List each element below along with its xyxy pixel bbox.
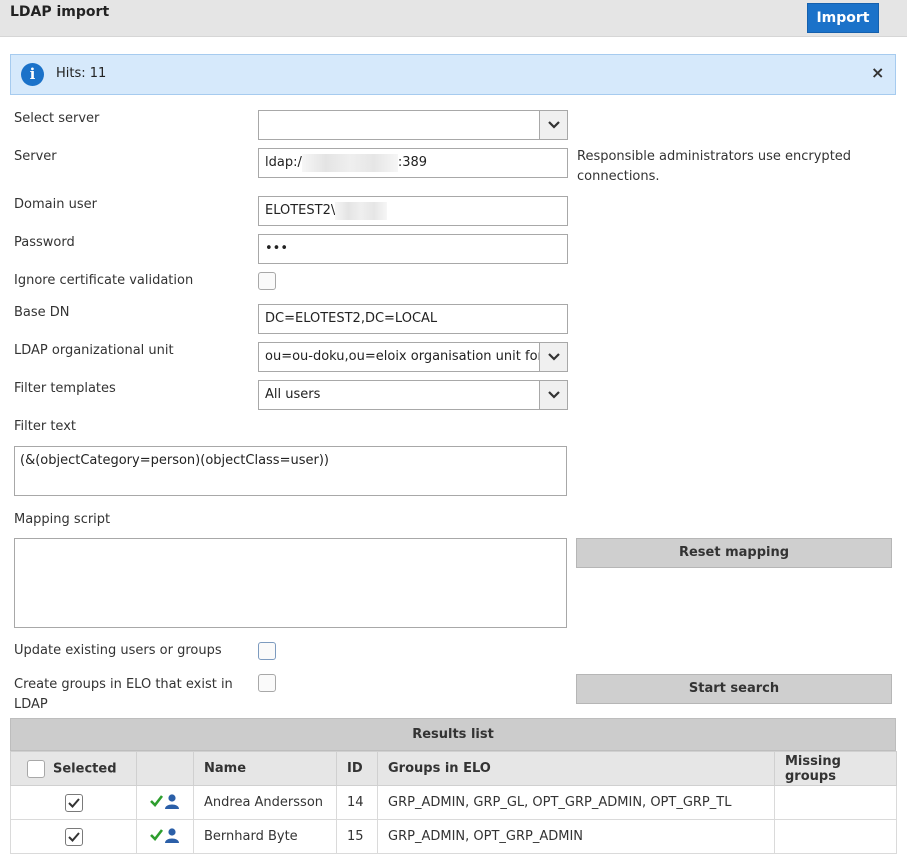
col-selected-label: Selected [53,761,117,776]
hits-text: Hits: 11 [56,66,107,81]
user-check-icon [150,827,179,843]
chevron-down-icon[interactable] [539,111,567,139]
row-missing [774,785,897,820]
results-header-row: Selected Name ID Groups in ELO Missing g… [10,751,897,786]
base-dn-value: DC=ELOTEST2,DC=LOCAL [265,311,438,326]
hits-info-banner: i Hits: 11 × [10,54,896,95]
domain-user-input[interactable]: ELOTEST2\ [258,196,568,226]
select-all-checkbox[interactable] [27,759,45,778]
table-row[interactable]: Bernhard Byte 15 GRP_ADMIN, OPT_GRP_ADMI… [10,819,897,854]
page-title: LDAP import [10,4,110,20]
server-label: Server [14,149,57,164]
filter-templates-value: All users [265,387,321,402]
row-missing [774,819,897,854]
password-value: ••• [265,241,289,256]
col-id[interactable]: ID [336,751,378,786]
row-status-cell [136,785,194,820]
header-bar: LDAP import Import [0,0,907,37]
col-status [136,751,194,786]
mapping-script-input[interactable] [14,538,567,628]
row-id: 14 [336,785,378,820]
close-icon[interactable]: × [871,63,884,82]
base-dn-label: Base DN [14,305,70,320]
redacted-host [301,153,398,172]
col-selected: Selected [10,751,137,786]
row-select-cell [10,819,137,854]
import-button[interactable]: Import [807,3,879,33]
mapping-script-label: Mapping script [14,512,111,527]
col-missing[interactable]: Missing groups [774,751,897,786]
user-check-icon [150,793,179,809]
row-groups: GRP_ADMIN, GRP_GL, OPT_GRP_ADMIN, OPT_GR… [377,785,775,820]
ignore-cert-checkbox[interactable] [258,272,276,290]
row-name: Andrea Andersson [193,785,337,820]
create-groups-label: Create groups in ELO that exist in LDAP [14,675,233,715]
create-groups-checkbox[interactable] [258,674,276,692]
create-groups-label-line2: LDAP [14,697,48,712]
create-groups-label-line1: Create groups in ELO that exist in [14,677,233,692]
server-port: :389 [397,155,428,170]
row-checkbox[interactable] [64,793,83,812]
server-prefix: ldap:/ [265,155,302,170]
results-list-title: Results list [10,718,896,751]
org-unit-dropdown[interactable]: ou=ou-doku,ou=eloix organisation unit fo… [258,342,568,372]
server-input[interactable]: ldap:/ :389 [258,148,568,178]
redacted-user [335,201,388,220]
results-table: Selected Name ID Groups in ELO Missing g… [10,751,897,854]
start-search-button[interactable]: Start search [576,674,892,704]
row-status-cell [136,819,194,854]
table-row[interactable]: Andrea Andersson 14 GRP_ADMIN, GRP_GL, O… [10,785,897,820]
org-unit-label: LDAP organizational unit [14,343,174,358]
password-input[interactable]: ••• [258,234,568,264]
row-checkbox[interactable] [64,827,83,846]
row-id: 15 [336,819,378,854]
chevron-down-icon[interactable] [539,343,567,371]
update-existing-checkbox[interactable] [258,642,276,660]
chevron-down-icon[interactable] [539,381,567,409]
row-name: Bernhard Byte [193,819,337,854]
col-groups[interactable]: Groups in ELO [377,751,775,786]
info-icon: i [21,63,44,86]
col-name[interactable]: Name [193,751,337,786]
server-hint: Responsible administrators use encrypted… [577,149,852,184]
select-server-dropdown[interactable] [258,110,568,140]
org-unit-value: ou=ou-doku,ou=eloix organisation unit fo… [265,349,561,364]
reset-mapping-button[interactable]: Reset mapping [576,538,892,568]
domain-user-label: Domain user [14,197,97,212]
filter-templates-label: Filter templates [14,381,116,396]
base-dn-input[interactable]: DC=ELOTEST2,DC=LOCAL [258,304,568,334]
password-label: Password [14,235,75,250]
filter-templates-dropdown[interactable]: All users [258,380,568,410]
select-server-label: Select server [14,111,100,126]
domain-user-value: ELOTEST2\ [265,203,336,218]
row-select-cell [10,785,137,820]
update-existing-label: Update existing users or groups [14,643,222,658]
ignore-cert-label: Ignore certificate validation [14,273,194,288]
row-groups: GRP_ADMIN, OPT_GRP_ADMIN [377,819,775,854]
filter-text-input[interactable]: (&(objectCategory=person)(objectClass=us… [14,446,567,496]
filter-text-label: Filter text [14,419,76,434]
